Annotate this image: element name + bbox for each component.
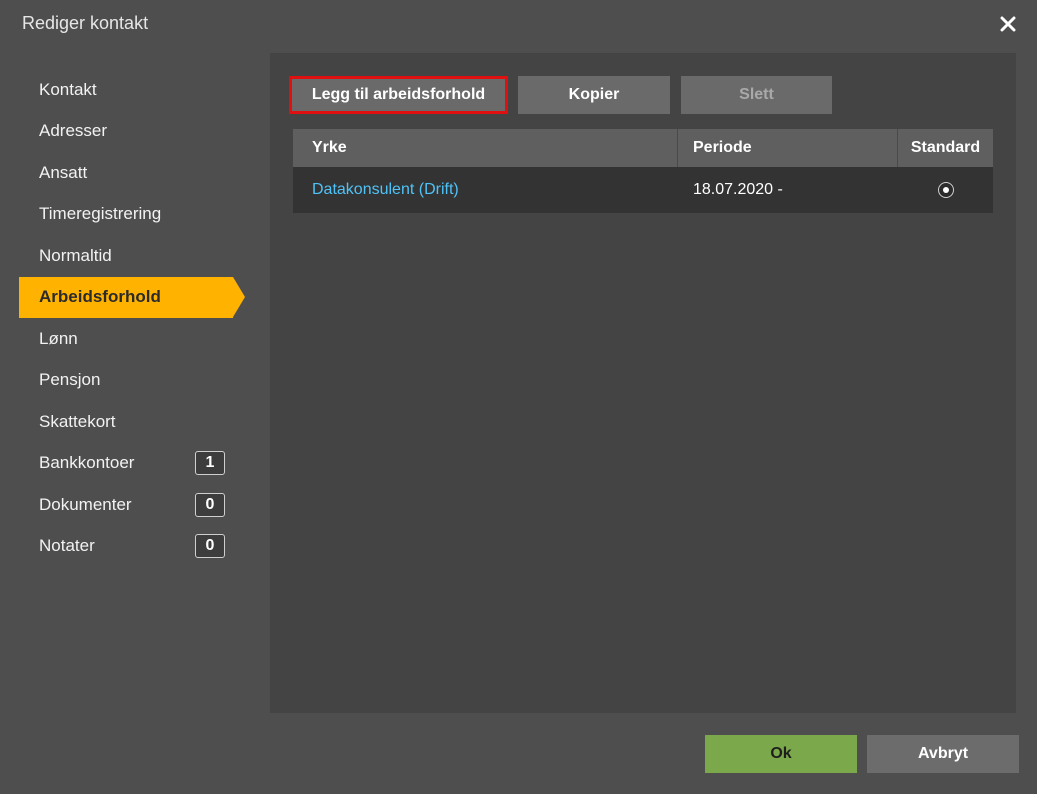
standard-radio[interactable] <box>937 182 954 198</box>
add-employment-button[interactable]: Legg til arbeidsforhold <box>289 76 508 114</box>
sidebar-item-normaltid[interactable]: Normaltid <box>19 235 249 277</box>
sidebar-item-label: Dokumenter <box>39 494 132 514</box>
sidebar-item-dokumenter[interactable]: Dokumenter 0 <box>19 484 249 526</box>
sidebar-item-label: Arbeidsforhold <box>39 287 161 307</box>
close-icon[interactable] <box>994 10 1022 38</box>
sidebar-item-label: Skattekort <box>39 411 116 431</box>
sidebar-item-kontakt[interactable]: Kontakt <box>19 69 249 111</box>
sidebar-item-label: Normaltid <box>39 245 112 265</box>
copy-button[interactable]: Kopier <box>518 76 670 114</box>
ok-button[interactable]: Ok <box>705 735 857 773</box>
table-row[interactable]: Datakonsulent (Drift) 18.07.2020 - <box>293 167 993 213</box>
sidebar-item-label: Kontakt <box>39 79 97 99</box>
edit-contact-dialog: Rediger kontakt Kontakt Adresser Ansatt … <box>0 0 1037 794</box>
column-header-standard[interactable]: Standard <box>898 129 993 167</box>
column-header-yrke[interactable]: Yrke <box>293 129 678 167</box>
sidebar-item-ansatt[interactable]: Ansatt <box>19 152 249 194</box>
cell-yrke: Datakonsulent (Drift) <box>293 167 678 213</box>
sidebar-item-label: Notater <box>39 536 95 556</box>
sidebar-item-arbeidsforhold[interactable]: Arbeidsforhold <box>19 276 245 318</box>
count-badge: 0 <box>195 492 225 517</box>
sidebar-nav: Kontakt Adresser Ansatt Timeregistrering… <box>19 69 249 567</box>
dialog-title: Rediger kontakt <box>22 13 149 33</box>
sidebar-item-label: Bankkontoer <box>39 453 135 473</box>
cell-periode: 18.07.2020 - <box>693 181 783 198</box>
radio-selected-dot <box>942 187 949 193</box>
sidebar-item-lonn[interactable]: Lønn <box>19 318 249 360</box>
sidebar-item-notater[interactable]: Notater 0 <box>19 526 249 568</box>
sidebar-item-bankkontoer[interactable]: Bankkontoer 1 <box>19 443 249 485</box>
sidebar-item-skattekort[interactable]: Skattekort <box>19 401 249 443</box>
occupation-link[interactable]: Datakonsulent (Drift) <box>312 181 459 199</box>
sidebar-item-adresser[interactable]: Adresser <box>19 111 249 153</box>
sidebar-item-label: Timeregistrering <box>39 204 162 224</box>
count-badge: 1 <box>195 451 225 476</box>
sidebar-item-timeregistrering[interactable]: Timeregistrering <box>19 194 249 236</box>
sidebar-item-label: Ansatt <box>39 162 88 182</box>
sidebar-item-label: Lønn <box>39 328 78 348</box>
cell-standard <box>898 167 993 213</box>
content-panel: Legg til arbeidsforhold Kopier Slett Yrk… <box>270 53 1016 713</box>
column-header-periode[interactable]: Periode <box>678 129 898 167</box>
count-badge: 0 <box>195 534 225 559</box>
table-header: Yrke Periode Standard <box>293 129 993 167</box>
sidebar-item-label: Adresser <box>39 121 108 141</box>
delete-button[interactable]: Slett <box>681 76 832 114</box>
employment-table: Yrke Periode Standard Datakonsulent (Dri… <box>293 129 993 213</box>
cancel-button[interactable]: Avbryt <box>867 735 1019 773</box>
sidebar-item-pensjon[interactable]: Pensjon <box>19 360 249 402</box>
sidebar-item-label: Pensjon <box>39 370 101 390</box>
